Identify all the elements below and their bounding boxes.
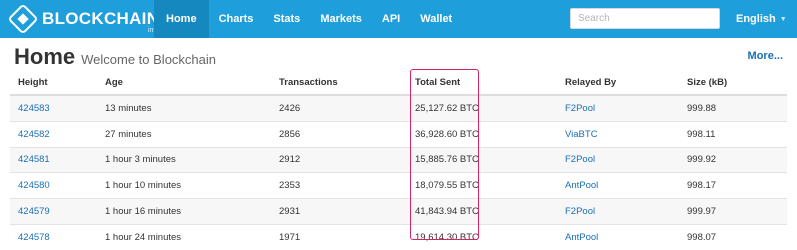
- cell-height: 424582: [10, 120, 97, 148]
- latest-blocks-table: Height Age Transactions Total Sent Relay…: [10, 70, 787, 250]
- cell-transactions: 2426: [271, 94, 407, 122]
- table-row: 424578 1 hour 24 minutes 1971 19,614.30 …: [10, 223, 787, 250]
- cell-total-sent: 25,127.62 BTC: [407, 94, 557, 122]
- table-row: 424582 27 minutes 2856 36,928.60 BTC Via…: [10, 120, 787, 148]
- more-link[interactable]: More...: [748, 50, 783, 62]
- cell-transactions: 2931: [271, 198, 407, 225]
- cell-total-sent: 19,614.30 BTC: [407, 223, 557, 250]
- cell-height: 424579: [10, 198, 97, 225]
- cell-relayed-by: F2Pool: [557, 198, 679, 225]
- block-height-link[interactable]: 424580: [18, 180, 50, 191]
- col-total-sent: Total Sent: [407, 70, 557, 96]
- blockchain-logo-icon: [7, 3, 39, 35]
- cell-size: 999.88: [679, 94, 787, 122]
- nav-home[interactable]: Home: [154, 0, 209, 38]
- nav-stats[interactable]: Stats: [263, 0, 310, 38]
- cell-age: 1 hour 10 minutes: [97, 172, 271, 199]
- cell-transactions: 2856: [271, 120, 407, 148]
- cell-age: 13 minutes: [97, 94, 271, 122]
- language-label: English: [736, 13, 776, 25]
- cell-transactions: 2353: [271, 172, 407, 199]
- pool-link[interactable]: AntPool: [565, 180, 598, 191]
- col-transactions: Transactions: [271, 70, 407, 96]
- cell-height: 424578: [10, 223, 97, 250]
- pool-link[interactable]: F2Pool: [565, 206, 595, 217]
- page-subtitle: Welcome to Blockchain: [81, 52, 216, 67]
- cell-total-sent: 15,885.76 BTC: [407, 146, 557, 173]
- cell-height: 424581: [10, 146, 97, 173]
- cell-size: 998.07: [679, 223, 787, 250]
- cell-size: 999.97: [679, 198, 787, 225]
- cell-age: 1 hour 16 minutes: [97, 198, 271, 225]
- block-height-link[interactable]: 424579: [18, 206, 50, 217]
- cell-age: 27 minutes: [97, 120, 271, 148]
- col-height: Height: [10, 70, 97, 96]
- main-nav: Home Charts Stats Markets API Wallet: [154, 0, 462, 38]
- table-row: 424581 1 hour 3 minutes 2912 15,885.76 B…: [10, 146, 787, 173]
- cell-relayed-by: AntPool: [557, 172, 679, 199]
- block-height-link[interactable]: 424581: [18, 154, 50, 165]
- brand-logo[interactable]: BLOCKCHAIN info: [7, 3, 160, 35]
- cell-size: 998.17: [679, 172, 787, 199]
- pool-link[interactable]: F2Pool: [565, 103, 595, 114]
- nav-charts[interactable]: Charts: [209, 0, 264, 38]
- cell-transactions: 2912: [271, 146, 407, 173]
- cell-relayed-by: F2Pool: [557, 146, 679, 173]
- table-row: 424579 1 hour 16 minutes 2931 41,843.94 …: [10, 198, 787, 225]
- language-dropdown[interactable]: English ▼: [736, 0, 787, 38]
- nav-markets[interactable]: Markets: [310, 0, 372, 38]
- block-height-link[interactable]: 424578: [18, 232, 50, 243]
- top-navbar: BLOCKCHAIN info Home Charts Stats Market…: [0, 0, 797, 38]
- nav-wallet[interactable]: Wallet: [410, 0, 462, 38]
- cell-relayed-by: AntPool: [557, 223, 679, 250]
- table-row: 424583 13 minutes 2426 25,127.62 BTC F2P…: [10, 94, 787, 122]
- page-title: Home: [14, 44, 76, 69]
- brand-name: BLOCKCHAIN: [42, 9, 160, 28]
- cell-total-sent: 41,843.94 BTC: [407, 198, 557, 225]
- block-height-link[interactable]: 424583: [18, 103, 50, 114]
- col-relayed-by: Relayed By: [557, 70, 679, 96]
- nav-api[interactable]: API: [372, 0, 410, 38]
- table-row: 424580 1 hour 10 minutes 2353 18,079.55 …: [10, 172, 787, 199]
- pool-link[interactable]: F2Pool: [565, 154, 595, 165]
- col-size: Size (kB): [679, 70, 787, 96]
- col-age: Age: [97, 70, 271, 96]
- page-header: Home Welcome to Blockchain: [14, 44, 216, 70]
- cell-relayed-by: ViaBTC: [557, 120, 679, 148]
- chevron-down-icon: ▼: [779, 15, 787, 23]
- cell-total-sent: 18,079.55 BTC: [407, 172, 557, 199]
- cell-transactions: 1971: [271, 223, 407, 250]
- cell-age: 1 hour 24 minutes: [97, 223, 271, 250]
- cell-total-sent: 36,928.60 BTC: [407, 120, 557, 148]
- cell-height: 424583: [10, 94, 97, 122]
- cell-relayed-by: F2Pool: [557, 94, 679, 122]
- table-header-row: Height Age Transactions Total Sent Relay…: [10, 70, 787, 96]
- cell-size: 999.92: [679, 146, 787, 173]
- cell-size: 998.11: [679, 120, 787, 148]
- search-input[interactable]: [570, 8, 720, 29]
- cell-height: 424580: [10, 172, 97, 199]
- brand-text: BLOCKCHAIN info: [42, 9, 160, 35]
- cell-age: 1 hour 3 minutes: [97, 146, 271, 173]
- block-height-link[interactable]: 424582: [18, 129, 50, 140]
- pool-link[interactable]: ViaBTC: [565, 129, 598, 140]
- pool-link[interactable]: AntPool: [565, 232, 598, 243]
